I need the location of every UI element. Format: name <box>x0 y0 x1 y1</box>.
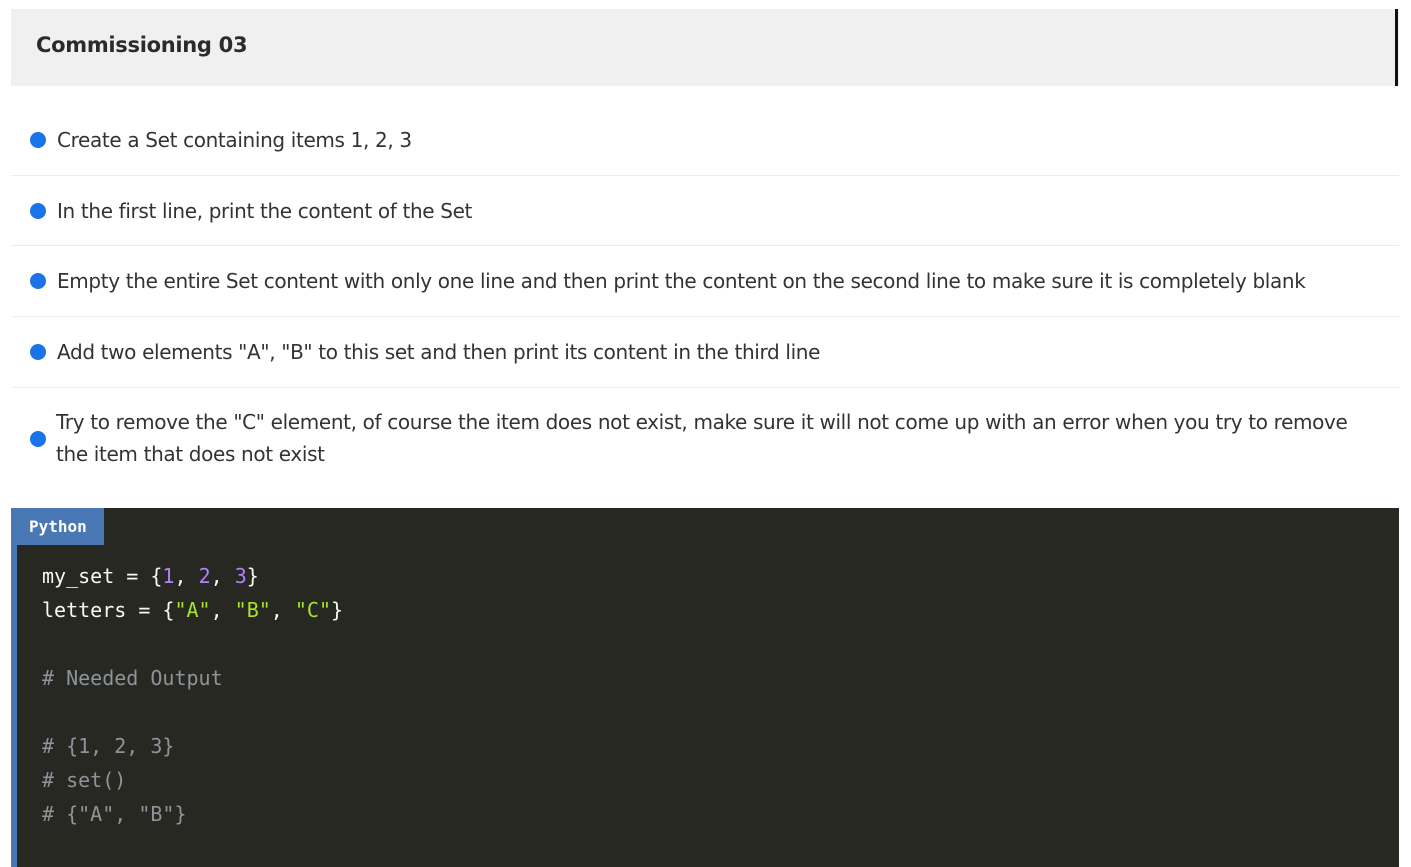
code-line: my_set = {1, 2, 3} <box>42 559 343 593</box>
code-content[interactable]: my_set = {1, 2, 3} letters = {"A", "B", "… <box>42 559 343 831</box>
code-token: letters = { <box>42 598 175 622</box>
code-token: # Needed Output <box>42 666 223 690</box>
list-item: Try to remove the "C" element, of course… <box>11 388 1399 488</box>
task-text: Try to remove the "C" element, of course… <box>56 410 1348 466</box>
code-line: letters = {"A", "B", "C"} <box>42 593 343 627</box>
task-text: Add two elements "A", "B" to this set an… <box>57 340 821 364</box>
page-title: Commissioning 03 <box>36 33 248 57</box>
task-text: In the first line, print the content of … <box>57 198 473 223</box>
code-line: # {"A", "B"} <box>42 797 343 831</box>
list-item: In the first line, print the content of … <box>11 176 1399 246</box>
code-token: } <box>246 564 259 588</box>
code-token: "B" <box>234 598 271 622</box>
code-token: } <box>331 598 344 622</box>
code-token: , <box>270 598 295 622</box>
task-list: Create a Set containing items 1, 2, 3 In… <box>11 105 1399 488</box>
code-token: # {"A", "B"} <box>42 802 187 826</box>
code-token: 2 <box>198 564 211 588</box>
code-block[interactable]: Python my_set = {1, 2, 3} letters = {"A",… <box>11 508 1399 867</box>
code-token: , <box>210 598 235 622</box>
header-edge-bar <box>1395 9 1398 86</box>
page: Commissioning 03 Create a Set containing… <box>0 0 1411 867</box>
bullet-dot-icon <box>30 202 46 219</box>
code-token: , <box>210 564 235 588</box>
task-text: Create a Set containing items 1, 2, 3 <box>57 128 412 152</box>
bullet-dot-icon <box>30 344 46 360</box>
code-token: "A" <box>174 598 211 622</box>
code-line: # {1, 2, 3} <box>42 729 343 763</box>
list-item: Create a Set containing items 1, 2, 3 <box>11 105 1399 176</box>
code-token: , <box>174 564 199 588</box>
task-text: Empty the entire Set content with only o… <box>57 269 1306 293</box>
bullet-dot-icon <box>30 273 46 289</box>
bullet-dot-icon <box>30 132 46 148</box>
code-token: "C" <box>294 598 332 622</box>
code-line: # Needed Output <box>42 661 343 695</box>
list-item: Add two elements "A", "B" to this set an… <box>11 317 1399 388</box>
code-token: 3 <box>234 564 247 588</box>
section-header: Commissioning 03 <box>11 9 1399 86</box>
code-token: # {1, 2, 3} <box>42 734 175 758</box>
code-token: 1 <box>162 564 175 588</box>
list-item: Empty the entire Set content with only o… <box>11 246 1399 317</box>
code-token: # set() <box>42 768 127 792</box>
bullet-dot-icon <box>30 431 46 447</box>
language-badge: Python <box>17 508 104 545</box>
code-token: my_set = { <box>42 564 163 588</box>
code-line: # set() <box>42 763 343 797</box>
